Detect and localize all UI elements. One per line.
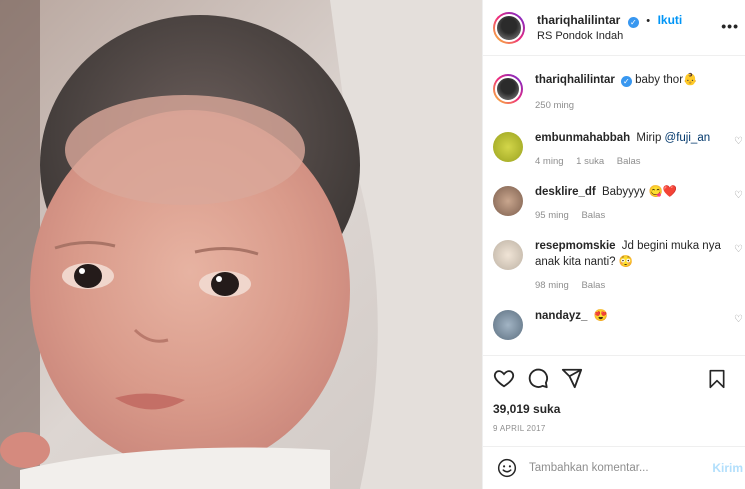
comment-username[interactable]: nandayz_ [535, 310, 587, 322]
add-comment-bar: Kirim [483, 446, 745, 489]
instagram-post: thariqhalilintar ✓ • Ikuti RS Pondok Ind… [0, 0, 745, 489]
comment-item: nandayz_ 😍 ♡ [483, 308, 745, 340]
post-header: thariqhalilintar ✓ • Ikuti RS Pondok Ind… [483, 0, 745, 56]
comment-text: Babyyyy 😋❤️ [601, 186, 678, 198]
comment-meta: 95 ming Balas [535, 208, 725, 224]
comment-item: resepmomskie Jd begini muka nya anak kit… [483, 238, 745, 294]
post-date: 9 APRIL 2017 [493, 424, 546, 433]
caption-text: baby thor👶 [635, 74, 698, 86]
comment-mention[interactable]: @fuji_an [665, 132, 711, 144]
header-meta: thariqhalilintar ✓ • Ikuti RS Pondok Ind… [537, 12, 682, 44]
comment-like-icon[interactable]: ♡ [734, 136, 743, 147]
comment-icon[interactable] [527, 367, 549, 389]
likes-count[interactable]: 39,019 suka [493, 402, 735, 416]
author-avatar[interactable] [493, 11, 525, 44]
comment-time[interactable]: 95 ming [535, 210, 569, 221]
comment-meta: 4 ming 1 suka Balas [535, 154, 725, 170]
post-comment-button[interactable]: Kirim [712, 461, 743, 475]
comment-text: Mirip [636, 132, 665, 144]
caption-meta: 250 ming [535, 98, 725, 114]
post-location[interactable]: RS Pondok Indah [537, 29, 682, 44]
caption-item: thariqhalilintar ✓ baby thor👶 250 ming [483, 72, 745, 114]
comment-like-icon[interactable]: ♡ [734, 190, 743, 201]
author-username[interactable]: thariqhalilintar [537, 13, 620, 27]
post-actions: 39,019 suka 9 APRIL 2017 [483, 355, 745, 447]
comment-time[interactable]: 98 ming [535, 280, 569, 291]
comment-username[interactable]: embunmahabbah [535, 132, 630, 144]
comment-meta: 98 ming Balas [535, 278, 725, 294]
comment-item: desklire_df Babyyyy 😋❤️ 95 ming Balas ♡ [483, 184, 745, 224]
emoji-icon[interactable] [497, 458, 517, 478]
caption-time[interactable]: 250 ming [535, 100, 574, 111]
comment-like-icon[interactable]: ♡ [734, 244, 743, 255]
comment-avatar[interactable] [493, 310, 523, 340]
comment-avatar[interactable] [493, 240, 523, 270]
verified-icon: ✓ [620, 76, 632, 87]
comment-avatar[interactable] [493, 132, 523, 162]
verified-icon: ✓ [627, 16, 639, 28]
comment-text: 😍 [593, 310, 608, 322]
comment-body: resepmomskie Jd begini muka nya anak kit… [535, 238, 725, 294]
heart-icon[interactable] [493, 367, 515, 389]
comment-like-icon[interactable]: ♡ [734, 314, 743, 325]
caption-username[interactable]: thariqhalilintar [535, 74, 615, 86]
comment-avatar[interactable] [493, 186, 523, 216]
bookmark-icon[interactable] [707, 368, 727, 390]
comment-likes[interactable]: 1 suka [576, 156, 604, 167]
separator-dot: • [646, 14, 651, 27]
comment-item: embunmahabbah Mirip @fuji_an 4 ming 1 su… [483, 130, 745, 170]
caption-avatar[interactable] [493, 74, 523, 104]
reply-button[interactable]: Balas [581, 210, 605, 221]
more-icon[interactable]: ••• [721, 18, 739, 34]
follow-button[interactable]: Ikuti [658, 13, 683, 27]
comments-list[interactable]: thariqhalilintar ✓ baby thor👶 250 ming em… [483, 56, 745, 354]
post-photo[interactable] [0, 0, 482, 489]
reply-button[interactable]: Balas [617, 156, 641, 167]
share-icon[interactable] [561, 367, 583, 389]
comment-body: desklire_df Babyyyy 😋❤️ 95 ming Balas [535, 184, 725, 224]
comment-input[interactable] [529, 462, 699, 474]
comment-username[interactable]: desklire_df [535, 186, 596, 198]
comment-body: embunmahabbah Mirip @fuji_an 4 ming 1 su… [535, 130, 725, 170]
reply-button[interactable]: Balas [581, 280, 605, 291]
comment-username[interactable]: resepmomskie [535, 240, 616, 252]
post-side-panel: thariqhalilintar ✓ • Ikuti RS Pondok Ind… [482, 0, 745, 489]
comment-body: nandayz_ 😍 [535, 308, 725, 340]
comment-time[interactable]: 4 ming [535, 156, 564, 167]
baby-photo-illustration [0, 0, 482, 489]
action-icons [493, 356, 735, 400]
caption-body: thariqhalilintar ✓ baby thor👶 250 ming [535, 72, 725, 114]
